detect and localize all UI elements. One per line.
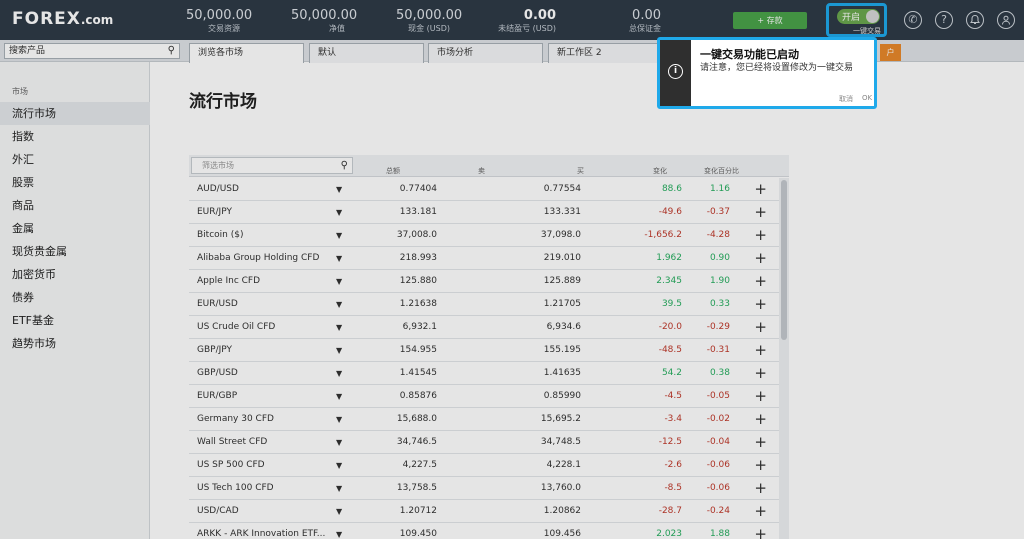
cancel-button[interactable]: 取消	[839, 94, 853, 104]
info-icon: i	[668, 64, 683, 79]
notification-message: 请注意，您已经将设置修改为一键交易	[700, 63, 854, 73]
notification-title: 一键交易功能已启动	[700, 48, 799, 61]
ok-button[interactable]: OK	[862, 94, 872, 102]
one-click-trading-notification: i 一键交易功能已启动 请注意，您已经将设置修改为一键交易 取消 OK	[657, 37, 877, 109]
info-bar: i	[660, 40, 691, 106]
